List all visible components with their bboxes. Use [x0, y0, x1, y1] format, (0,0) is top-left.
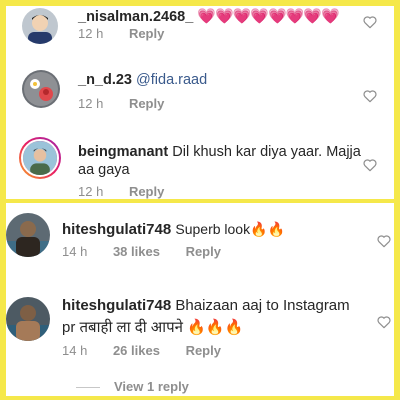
reply-button[interactable]: Reply — [186, 244, 221, 259]
avatar[interactable] — [6, 213, 50, 257]
comment-meta: 12 h Reply — [78, 184, 186, 199]
avatar[interactable] — [6, 297, 50, 341]
avatar[interactable] — [19, 137, 61, 179]
comment-time: 14 h — [62, 244, 88, 259]
comment-username[interactable]: hiteshgulati748 — [62, 221, 171, 238]
likes-count[interactable]: 26 likes — [113, 343, 160, 358]
reply-button[interactable]: Reply — [129, 184, 164, 199]
reply-button[interactable]: Reply — [129, 96, 164, 111]
comments-panel-top: _nisalman.2468_ 💗💗💗💗💗💗💗💗 12 h Reply _n_d… — [6, 6, 394, 199]
comment-body: Bhaizaan aaj to Instagram — [175, 297, 350, 314]
comment-body: Dil khush kar diya yaar. Majja — [172, 144, 361, 160]
likes-count[interactable]: 38 likes — [113, 244, 160, 259]
comment-body: 💗💗💗💗💗💗💗💗 — [197, 8, 339, 25]
comment-time: 12 h — [78, 96, 104, 111]
comment-meta: 12 h Reply — [78, 26, 186, 41]
comment-text-continued: pr तबाही ला दी आपने 🔥🔥🔥 — [62, 319, 244, 336]
comment-meta: 14 h 38 likes Reply — [62, 244, 243, 259]
like-heart-icon[interactable] — [362, 14, 378, 30]
comment-item: hiteshgulati748 Bhaizaan aaj to Instagra… — [6, 285, 394, 365]
avatar[interactable] — [22, 8, 58, 44]
comment-item: beingmanant Dil khush kar diya yaar. Maj… — [6, 133, 394, 199]
reply-button[interactable]: Reply — [186, 343, 221, 358]
comment-body: Superb look🔥🔥 — [175, 221, 285, 237]
comment-text: _n_d.23 @fida.raad — [78, 71, 207, 89]
comment-text: beingmanant Dil khush kar diya yaar. Maj… — [78, 143, 361, 161]
reply-button[interactable]: Reply — [129, 26, 164, 41]
comment-username[interactable]: hiteshgulati748 — [62, 297, 171, 314]
like-heart-icon[interactable] — [376, 233, 392, 249]
view-replies-divider — [76, 387, 100, 389]
view-replies-label[interactable]: View 1 reply — [114, 379, 189, 394]
comment-time: 14 h — [62, 343, 88, 358]
comment-time: 12 h — [78, 26, 104, 41]
comment-item: _n_d.23 @fida.raad 12 h Reply — [6, 68, 394, 128]
like-heart-icon[interactable] — [376, 314, 392, 330]
avatar[interactable] — [22, 70, 60, 108]
comment-username[interactable]: _nisalman.2468_ — [78, 9, 193, 25]
mention-link[interactable]: @fida.raad — [136, 72, 207, 88]
comment-meta: 12 h Reply — [78, 96, 186, 111]
comment-text: hiteshgulati748 Superb look🔥🔥 — [62, 220, 285, 239]
comment-username[interactable]: _n_d.23 — [78, 72, 132, 88]
comment-username[interactable]: beingmanant — [78, 144, 168, 160]
like-heart-icon[interactable] — [362, 88, 378, 104]
comment-item: hiteshgulati748 Superb look🔥🔥 14 h 38 li… — [6, 203, 394, 281]
comments-panel-bottom: hiteshgulati748 Superb look🔥🔥 14 h 38 li… — [6, 203, 394, 396]
view-replies-button[interactable]: View 1 reply — [76, 379, 189, 394]
comment-text: hiteshgulati748 Bhaizaan aaj to Instagra… — [62, 297, 350, 315]
comment-text-continued: aa gaya — [78, 162, 130, 178]
comment-time: 12 h — [78, 184, 104, 199]
comment-meta: 14 h 26 likes Reply — [62, 343, 243, 358]
comment-item: _nisalman.2468_ 💗💗💗💗💗💗💗💗 12 h Reply — [6, 6, 394, 66]
like-heart-icon[interactable] — [362, 157, 378, 173]
comment-text: _nisalman.2468_ 💗💗💗💗💗💗💗💗 — [78, 8, 340, 26]
